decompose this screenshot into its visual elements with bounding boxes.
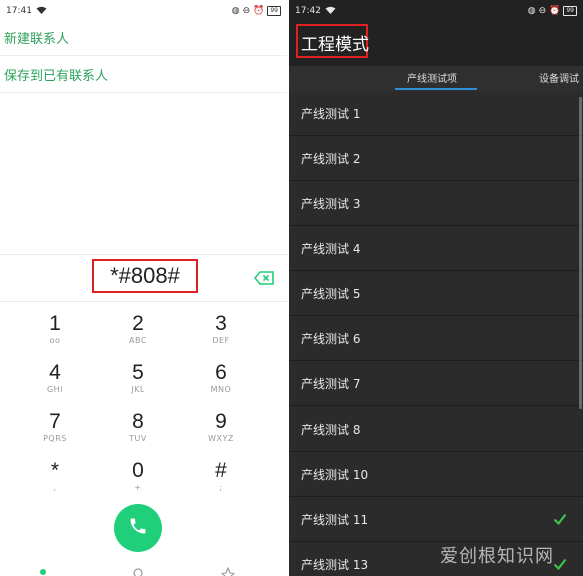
call-button[interactable] (114, 504, 162, 552)
backspace-icon[interactable] (253, 270, 274, 285)
dial-number[interactable]: *#808# (92, 259, 198, 293)
page-title: 工程模式 (301, 35, 369, 55)
key-letters: ; (219, 483, 223, 492)
checkmark-icon (553, 557, 567, 571)
list-item-label: 产线测试 7 (301, 377, 361, 391)
new-contact-label: 新建联系人 (4, 32, 70, 47)
status-bar: 17:42 ◍ ⊖ ⏰ 99 (289, 0, 583, 22)
key-digit: 3 (215, 312, 227, 335)
key-letters: MNO (210, 385, 232, 394)
key-3[interactable]: 3 DEF (191, 312, 251, 356)
battery-icon: 99 (267, 6, 281, 16)
tab-production-test-items[interactable]: 产线测试项 (407, 70, 457, 85)
status-time: 17:42 (295, 6, 321, 16)
key-letters: TUV (129, 434, 147, 443)
key-1[interactable]: 1 oo (25, 312, 85, 356)
battery-icon: 99 (563, 6, 577, 16)
key-digit: 0 (132, 459, 144, 482)
alarm-icon: ⏰ (549, 6, 561, 16)
list-item[interactable]: 产线测试 3 (289, 182, 583, 226)
save-existing-label: 保存到已有联系人 (4, 69, 109, 84)
list-item[interactable]: 产线测试 1 (289, 92, 583, 136)
key-letters: , (53, 483, 57, 492)
wifi-icon (325, 6, 336, 17)
key-letters: GHI (46, 385, 64, 394)
scrollbar[interactable] (579, 97, 582, 409)
dialpad-tab-icon[interactable] (36, 564, 50, 576)
list-item[interactable]: 产线测试 8 (289, 408, 583, 452)
key-letters: WXYZ (208, 434, 234, 443)
list-item-label: 产线测试 8 (301, 423, 361, 437)
dnd-icon: ⊖ (242, 6, 251, 16)
list-item-label: 产线测试 10 (301, 468, 369, 482)
key-digit: 2 (132, 312, 144, 335)
save-to-existing-contact-button[interactable]: 保存到已有联系人 (0, 57, 287, 93)
key-digit: 5 (132, 361, 144, 384)
dnd-icon: ⊖ (538, 6, 547, 16)
key-letters: + (134, 483, 142, 492)
watermark: 爱创根知识网 (440, 546, 554, 567)
key-letters: DEF (212, 336, 230, 345)
dialer-panel: 17:41 ◍ ⊖ ⏰ 99 新建联系人 保存到已有联系人 *#808# 1 o… (0, 0, 287, 576)
list-item-label: 产线测试 5 (301, 287, 361, 301)
vibrate-icon: ◍ (231, 6, 240, 16)
new-contact-button[interactable]: 新建联系人 (0, 20, 287, 56)
key-6[interactable]: 6 MNO (191, 361, 251, 405)
wifi-icon (36, 6, 47, 17)
checkmark-icon (553, 512, 567, 526)
engineering-mode-panel: 17:42 ◍ ⊖ ⏰ 99 产线测试项 设备调试 产线测试 1 产线测试 2 … (289, 0, 583, 576)
key-8[interactable]: 8 TUV (108, 410, 168, 454)
tab-device-debug[interactable]: 设备调试 (539, 70, 579, 85)
alarm-icon: ⏰ (253, 6, 265, 16)
key-7[interactable]: 7 PQRS (25, 410, 85, 454)
key-digit: # (215, 459, 227, 482)
key-letters: PQRS (43, 434, 67, 443)
key-digit: 7 (49, 410, 61, 433)
key-digit: 6 (215, 361, 227, 384)
list-item-label: 产线测试 1 (301, 107, 361, 121)
favorites-tab-icon[interactable] (220, 564, 236, 576)
vibrate-icon: ◍ (527, 6, 536, 16)
list-item-label: 产线测试 11 (301, 513, 369, 527)
key-letters: ABC (129, 336, 147, 345)
list-item[interactable]: 产线测试 10 (289, 453, 583, 497)
key-2[interactable]: 2 ABC (108, 312, 168, 356)
list-item[interactable]: 产线测试 6 (289, 317, 583, 361)
list-item[interactable]: 产线测试 11 (289, 498, 583, 542)
key-star[interactable]: * , (25, 459, 85, 503)
key-digit: 4 (49, 361, 61, 384)
key-digit: * (50, 459, 60, 482)
list-item-label: 产线测试 13 (301, 558, 369, 572)
list-item[interactable]: 产线测试 5 (289, 272, 583, 316)
key-digit: 1 (49, 312, 61, 335)
voicemail-icon: oo (49, 336, 61, 345)
status-bar: 17:41 ◍ ⊖ ⏰ 99 (0, 0, 287, 22)
phone-icon (128, 516, 148, 540)
key-4[interactable]: 4 GHI (25, 361, 85, 405)
list-item[interactable]: 产线测试 7 (289, 362, 583, 406)
list-item-label: 产线测试 2 (301, 152, 361, 166)
key-5[interactable]: 5 JKL (108, 361, 168, 405)
list-item-label: 产线测试 3 (301, 197, 361, 211)
status-time: 17:41 (6, 6, 32, 16)
list-item-label: 产线测试 4 (301, 242, 361, 256)
key-hash[interactable]: # ; (191, 459, 251, 503)
key-letters: JKL (131, 385, 145, 394)
key-9[interactable]: 9 WXYZ (191, 410, 251, 454)
list-item[interactable]: 产线测试 4 (289, 227, 583, 271)
contacts-tab-icon[interactable] (131, 564, 145, 576)
key-digit: 9 (215, 410, 227, 433)
key-digit: 8 (132, 410, 144, 433)
key-0[interactable]: 0 + (108, 459, 168, 503)
tab-indicator (395, 88, 477, 90)
list-item[interactable]: 产线测试 2 (289, 137, 583, 181)
list-item-label: 产线测试 6 (301, 332, 361, 346)
